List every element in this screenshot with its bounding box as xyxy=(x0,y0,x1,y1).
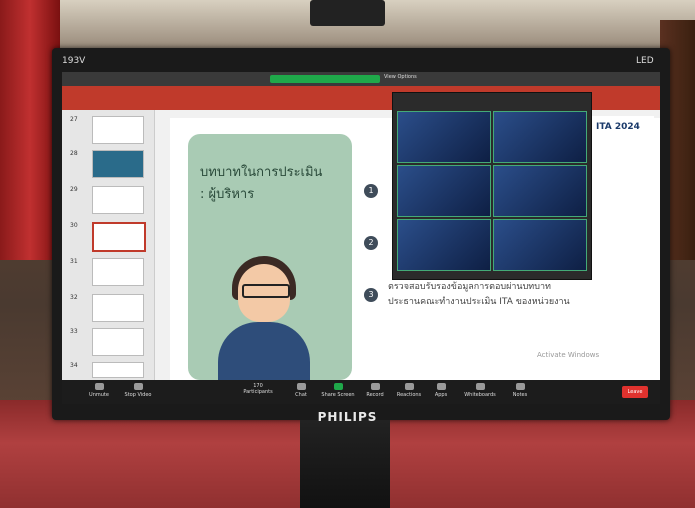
participants-button[interactable]: 170 Participants xyxy=(238,380,278,395)
reactions-icon xyxy=(404,383,414,390)
record-button[interactable]: Record xyxy=(362,380,388,398)
item-3-line1: ตรวจสอบรับรองข้อมูลการตอบผ่านบทบาท xyxy=(388,282,551,292)
video-tile[interactable] xyxy=(493,111,587,163)
slide-number: 27 xyxy=(70,116,78,123)
person-illustration-glasses xyxy=(242,284,290,298)
notes-icon xyxy=(515,383,525,390)
item-3-text: ตรวจสอบรับรองข้อมูลการตอบผ่านบทบาท ประธา… xyxy=(388,280,638,310)
whiteboard-icon xyxy=(475,383,485,390)
slide-thumbnail[interactable] xyxy=(92,258,144,286)
stop-video-button[interactable]: Stop Video xyxy=(118,380,158,398)
slide-thumbnail[interactable] xyxy=(92,362,144,378)
slide-thumbnail[interactable] xyxy=(92,150,144,178)
item-number-3: 3 xyxy=(364,288,378,302)
slide-thumbnail[interactable] xyxy=(92,186,144,214)
slide-thumbnail[interactable] xyxy=(92,294,144,322)
slide-thumbnail-panel: 27 28 29 30 31 32 33 34 xyxy=(62,110,155,380)
slide-thumbnail-selected[interactable] xyxy=(92,222,146,252)
chat-icon xyxy=(296,383,306,390)
whiteboards-button[interactable]: Whiteboards xyxy=(460,380,500,398)
monitor-model-label: 193V xyxy=(62,56,86,66)
slide-title: บทบาทในการประเมิน : ผู้บริหาร xyxy=(200,162,350,206)
monitor-stand xyxy=(300,420,390,508)
slide-number: 33 xyxy=(70,328,78,335)
video-tile[interactable] xyxy=(493,165,587,217)
ita-badge-text: ITA 2024 xyxy=(596,122,640,132)
monitor-brand-logo: PHILIPS xyxy=(317,410,378,424)
notes-button[interactable]: Notes xyxy=(508,380,532,398)
red-curtain xyxy=(0,0,60,260)
item-number-1: 1 xyxy=(364,184,378,198)
microphone-icon xyxy=(94,383,104,390)
slide-title-line1: บทบาทในการประเมิน xyxy=(200,165,323,180)
item-number-2: 2 xyxy=(364,236,378,250)
view-options-button[interactable]: View Options xyxy=(384,74,417,80)
activate-windows-watermark: Activate Windows xyxy=(537,351,600,359)
zoom-video-gallery[interactable] xyxy=(392,92,592,280)
webcam xyxy=(310,0,385,26)
monitor-led-label: LED xyxy=(636,56,654,66)
slide-number: 29 xyxy=(70,186,78,193)
slide-thumbnail[interactable] xyxy=(92,116,144,144)
slide-number: 34 xyxy=(70,362,78,369)
reactions-button[interactable]: Reactions xyxy=(394,380,424,398)
slide-title-line2: : ผู้บริหาร xyxy=(200,187,255,202)
share-screen-icon xyxy=(333,383,343,390)
camera-icon xyxy=(133,383,143,390)
video-tile[interactable] xyxy=(397,165,491,217)
video-tile[interactable] xyxy=(493,219,587,271)
slide-number: 30 xyxy=(70,222,78,229)
video-tile[interactable] xyxy=(397,219,491,271)
unmute-button[interactable]: Unmute xyxy=(82,380,116,398)
item-3-line2: ประธานคณะทำงานประเมิน ITA ของหน่วยงาน xyxy=(388,297,570,307)
video-tile[interactable] xyxy=(397,111,491,163)
slide-number: 32 xyxy=(70,294,78,301)
chat-button[interactable]: Chat xyxy=(288,380,314,398)
ita-badge: ITA 2024 xyxy=(590,116,654,156)
apps-button[interactable]: Apps xyxy=(430,380,452,398)
share-screen-button[interactable]: Share Screen xyxy=(320,380,356,398)
leave-button[interactable]: Leave xyxy=(622,386,648,398)
slide-thumbnail[interactable] xyxy=(92,328,144,356)
apps-icon xyxy=(436,383,446,390)
zoom-toolbar: Unmute Stop Video 170 Participants Chat S… xyxy=(62,380,660,404)
slide-number: 28 xyxy=(70,150,78,157)
monitor-screen: View Options 27 28 29 30 31 32 33 34 บทบ… xyxy=(62,72,660,404)
record-icon xyxy=(370,383,380,390)
screen-share-indicator[interactable] xyxy=(270,75,380,83)
slide-number: 31 xyxy=(70,258,78,265)
